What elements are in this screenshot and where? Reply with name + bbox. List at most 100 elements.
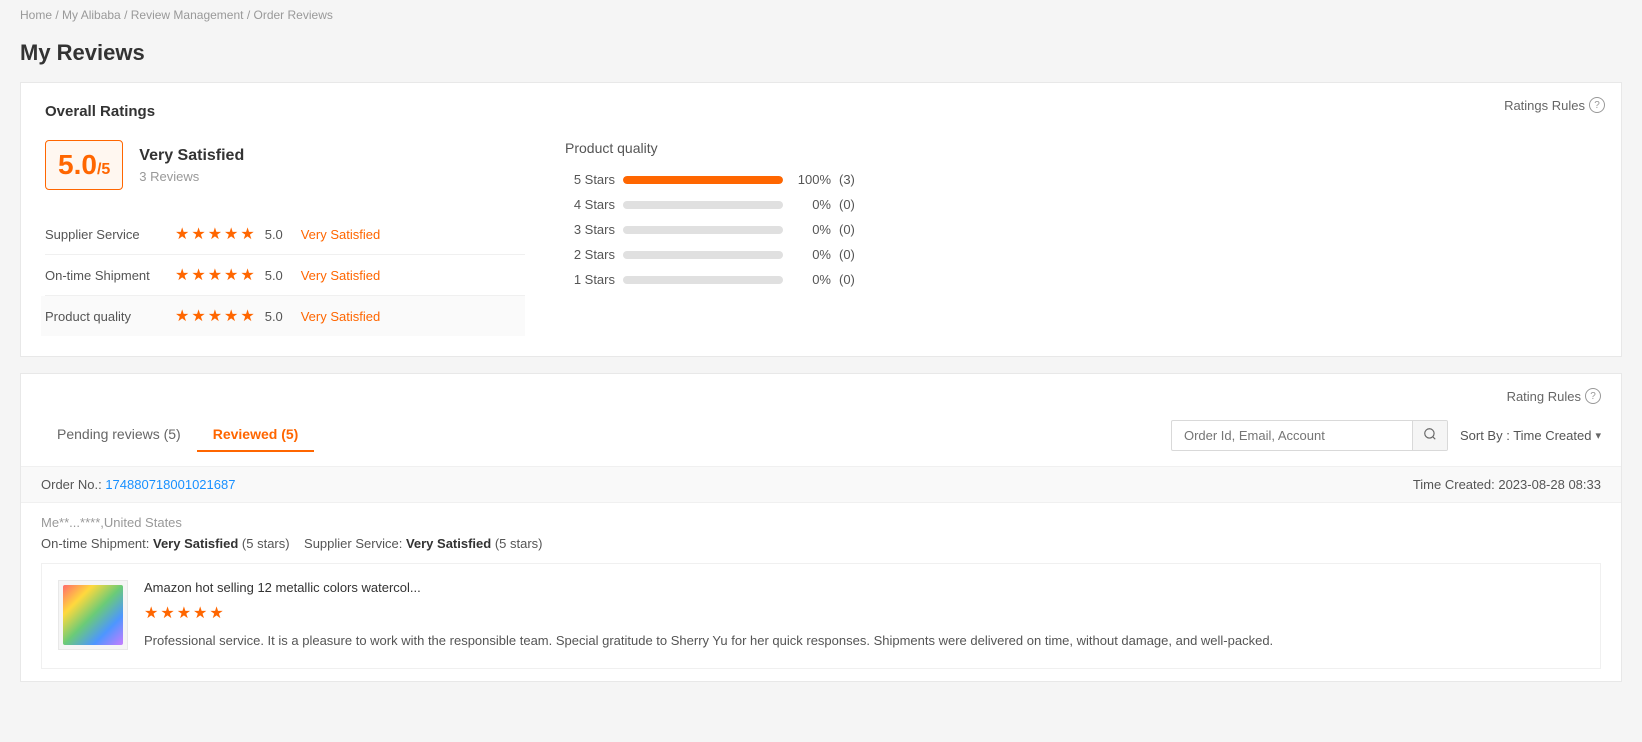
star-3: ★ — [208, 224, 222, 244]
tabs: Pending reviews (5) Reviewed (5) — [41, 418, 314, 452]
star-3: ★ — [208, 306, 222, 326]
breadcrumb-home[interactable]: Home — [20, 8, 52, 22]
shipment-label: On-time Shipment: — [41, 536, 149, 551]
watercolor-image — [63, 585, 123, 645]
star-5: ★ — [240, 306, 254, 326]
shipment-stars: (5 stars) — [242, 536, 290, 551]
ontime-shipment-stars: ★ ★ ★ ★ ★ — [175, 265, 255, 285]
product-quality-stars: ★ ★ ★ ★ ★ — [175, 306, 255, 326]
bar-count-1: (0) — [839, 272, 855, 287]
bar-track-2 — [623, 251, 783, 259]
sort-by[interactable]: Sort By : Time Created ▾ — [1460, 428, 1601, 443]
order-row: Order No.: 174880718001021687 Time Creat… — [21, 467, 1621, 503]
ratings-rules-info-icon[interactable]: ? — [1589, 97, 1605, 113]
bar-label-5: 5 Stars — [565, 172, 615, 187]
review-item: Me**...****,United States On-time Shipme… — [21, 503, 1621, 681]
rating-rules-link[interactable]: Rating Rules ? — [21, 374, 1621, 404]
breadcrumb-review-mgmt[interactable]: Review Management — [131, 8, 244, 22]
bar-pct-4: 0% — [791, 197, 831, 212]
ontime-shipment-satisfied: Very Satisfied — [301, 268, 381, 283]
supplier-service-label: Supplier Service — [45, 227, 175, 242]
rating-rules-info-icon[interactable]: ? — [1585, 388, 1601, 404]
ratings-rules-top-link[interactable]: Ratings Rules ? — [1504, 97, 1605, 113]
bar-row-2: 2 Stars 0% (0) — [565, 247, 1597, 262]
order-time-value: 2023-08-28 08:33 — [1498, 477, 1601, 492]
bar-label-2: 2 Stars — [565, 247, 615, 262]
star-5: ★ — [240, 265, 254, 285]
star-1: ★ — [175, 265, 189, 285]
bar-row-1: 1 Stars 0% (0) — [565, 272, 1597, 287]
product-details: Amazon hot selling 12 metallic colors wa… — [144, 580, 1584, 652]
bar-count-4: (0) — [839, 197, 855, 212]
page-title: My Reviews — [0, 30, 1642, 82]
star-2: ★ — [191, 224, 205, 244]
score-reviews: 3 Reviews — [139, 169, 244, 184]
supplier-service-score: 5.0 — [265, 227, 301, 242]
product-star-4: ★ — [193, 603, 207, 623]
bar-row-4: 4 Stars 0% (0) — [565, 197, 1597, 212]
star-4: ★ — [224, 265, 238, 285]
ontime-shipment-label: On-time Shipment — [45, 268, 175, 283]
bar-count-3: (0) — [839, 222, 855, 237]
supplier-service-stars: ★ ★ ★ ★ ★ — [175, 224, 255, 244]
order-time: Time Created: 2023-08-28 08:33 — [1413, 477, 1601, 492]
product-quality-score: 5.0 — [265, 309, 301, 324]
bar-row-3: 3 Stars 0% (0) — [565, 222, 1597, 237]
supplier-service-satisfied: Very Satisfied — [301, 227, 381, 242]
bar-track-3 — [623, 226, 783, 234]
star-4: ★ — [224, 224, 238, 244]
chart-title: Product quality — [565, 140, 1597, 156]
product-star-3: ★ — [177, 603, 191, 623]
search-icon — [1423, 427, 1437, 441]
product-star-1: ★ — [144, 603, 158, 623]
tab-reviewed-label: Reviewed (5) — [213, 426, 299, 442]
score-number: 5.0/5 — [45, 140, 123, 190]
tab-reviewed[interactable]: Reviewed (5) — [197, 418, 315, 452]
product-quality-row: Product quality ★ ★ ★ ★ ★ 5.0 Very Satis… — [41, 296, 525, 336]
reviews-header: Pending reviews (5) Reviewed (5) Sort — [21, 404, 1621, 467]
breadcrumb-current: Order Reviews — [254, 8, 333, 22]
bar-pct-3: 0% — [791, 222, 831, 237]
chevron-down-icon: ▾ — [1595, 429, 1601, 442]
bar-label-3: 3 Stars — [565, 222, 615, 237]
star-3: ★ — [208, 265, 222, 285]
bar-row-5: 5 Stars 100% (3) — [565, 172, 1597, 187]
score-box: 5.0/5 Very Satisfied 3 Reviews — [45, 140, 525, 190]
bar-label-1: 1 Stars — [565, 272, 615, 287]
tab-pending[interactable]: Pending reviews (5) — [41, 418, 197, 452]
product-star-2: ★ — [160, 603, 174, 623]
bar-track-5 — [623, 176, 783, 184]
score-label: Very Satisfied — [139, 147, 244, 165]
breadcrumb-alibaba[interactable]: My Alibaba — [62, 8, 121, 22]
reviews-right: Sort By : Time Created ▾ — [1171, 420, 1601, 451]
supplier-label: Supplier Service: — [304, 536, 402, 551]
order-no-link[interactable]: 174880718001021687 — [105, 477, 235, 492]
ontime-shipment-row: On-time Shipment ★ ★ ★ ★ ★ 5.0 Very Sati… — [45, 255, 525, 296]
bar-count-2: (0) — [839, 247, 855, 262]
rating-rules-label: Rating Rules — [1507, 389, 1581, 404]
reviewer-info: Me**...****,United States — [41, 515, 1601, 530]
star-2: ★ — [191, 265, 205, 285]
product-name: Amazon hot selling 12 metallic colors wa… — [144, 580, 1584, 595]
shipment-value: Very Satisfied — [153, 536, 238, 551]
product-star-5: ★ — [209, 603, 223, 623]
ratings-card: Ratings Rules ? Overall Ratings 5.0/5 Ve… — [20, 82, 1622, 357]
bar-pct-5: 100% — [791, 172, 831, 187]
score-denom: /5 — [97, 161, 110, 178]
search-input[interactable] — [1172, 422, 1412, 449]
order-no: Order No.: 174880718001021687 — [41, 477, 235, 492]
page-container: Home / My Alibaba / Review Management / … — [0, 0, 1642, 682]
ratings-rules-top-label: Ratings Rules — [1504, 98, 1585, 113]
supplier-value: Very Satisfied — [406, 536, 491, 551]
bar-pct-1: 0% — [791, 272, 831, 287]
left-ratings: 5.0/5 Very Satisfied 3 Reviews Supplier … — [45, 140, 525, 336]
overall-ratings-title: Overall Ratings — [45, 103, 1597, 120]
product-thumbnail — [58, 580, 128, 650]
bar-pct-2: 0% — [791, 247, 831, 262]
score-info: Very Satisfied 3 Reviews — [139, 147, 244, 184]
product-quality-satisfied: Very Satisfied — [301, 309, 381, 324]
search-button[interactable] — [1412, 421, 1447, 450]
ontime-shipment-score: 5.0 — [265, 268, 301, 283]
bar-label-4: 4 Stars — [565, 197, 615, 212]
search-box — [1171, 420, 1448, 451]
